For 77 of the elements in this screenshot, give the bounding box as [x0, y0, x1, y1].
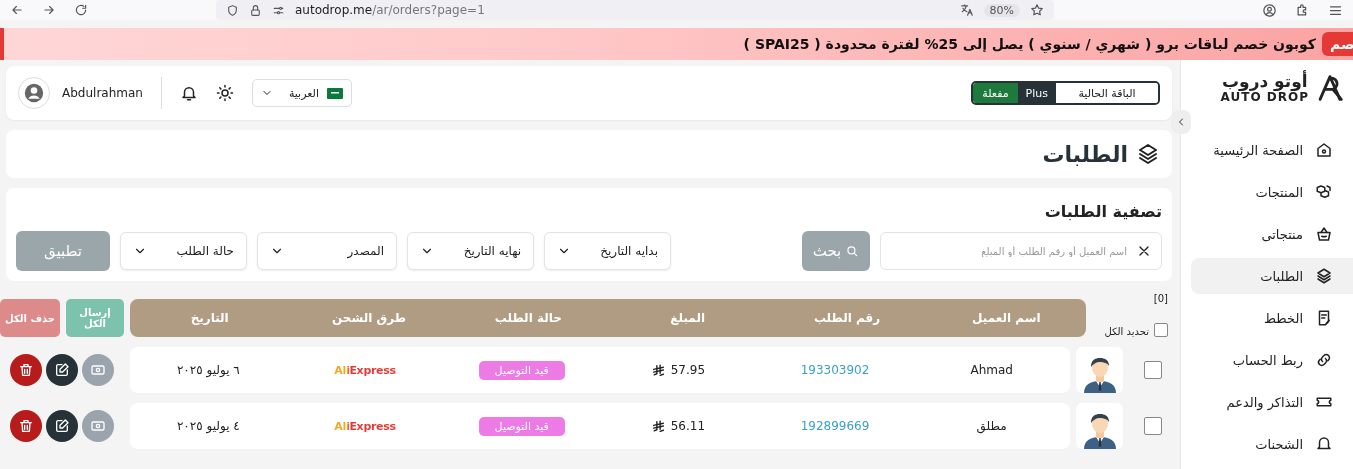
status-badge: قيد التوصيل [478, 360, 565, 380]
customer-name: مطلق [975, 419, 1008, 433]
select-all-checkbox[interactable] [1154, 323, 1168, 337]
sidebar-item[interactable]: الشحنات [1191, 426, 1353, 462]
plan-status: مفعلة [973, 83, 1018, 103]
language-dropdown[interactable]: العربية [251, 79, 352, 107]
forward-icon[interactable] [42, 3, 56, 17]
filter-heading: تصفية الطلبات [1043, 202, 1162, 221]
page-title: الطلبات [1042, 141, 1128, 167]
trash-icon [18, 418, 34, 434]
promo-text: كوبون خصم لباقات برو ( شهري / سنوي ) يصل إلى 25% لفترة محدودة ( SPAI25 ) [743, 36, 1316, 52]
column-header: التاريخ [189, 311, 230, 325]
sidebar-item[interactable]: منتجاتى [1191, 216, 1353, 252]
search-icon [845, 244, 860, 258]
column-header: طرق الشحن [331, 311, 407, 325]
discount-badge: صم [1322, 32, 1353, 56]
shipping-logo: AliExpress [334, 419, 396, 433]
select-all-label: تحديد الكل [1104, 326, 1149, 337]
cubes-icon [1315, 183, 1333, 201]
star-icon[interactable] [1030, 3, 1044, 17]
trash-icon [18, 362, 34, 378]
account-icon[interactable] [1262, 2, 1277, 18]
sidebar-item[interactable]: الخطط [1191, 300, 1353, 336]
zoom-level[interactable]: 80% [983, 3, 1020, 17]
amount: 56.11 [670, 419, 705, 433]
plan-name: Plus [1017, 83, 1056, 103]
shield-icon [226, 3, 239, 17]
edit-icon [54, 418, 70, 434]
sidebar-item[interactable]: الطلبات [1191, 258, 1353, 294]
shipping-logo: AliExpress [334, 363, 396, 377]
riyal-icon [651, 363, 665, 377]
status-badge: قيد التوصيل [478, 416, 565, 436]
layers-icon [1136, 142, 1160, 166]
filter-dropdown[interactable]: المصدر [257, 232, 397, 270]
column-header: المبلغ [669, 311, 706, 325]
customer-name: Ahmad [969, 363, 1014, 377]
url-text: autodrop.me/ar/orders?page=1 [295, 3, 486, 17]
edit-button[interactable] [46, 410, 78, 442]
filter-dropdown[interactable]: نهايه التاريخ [407, 232, 534, 270]
collapse-button[interactable] [1171, 110, 1191, 134]
sidebar-item[interactable]: المنتجات [1191, 174, 1353, 210]
logo-text: أوتو دروب [1222, 71, 1308, 91]
amount: 57.95 [670, 363, 705, 377]
address-bar[interactable]: autodrop.me/ar/orders?page=1 80% [216, 0, 1054, 20]
column-header: رقم الطلب [812, 311, 882, 325]
reload-icon[interactable] [74, 3, 88, 17]
delete-button[interactable] [10, 354, 42, 386]
row-checkbox[interactable] [1144, 417, 1162, 435]
logo-subtitle: AUTO DROP [1220, 90, 1309, 105]
lock-icon [249, 3, 262, 17]
sidebar-item[interactable]: التذاكر والدعم [1191, 384, 1353, 420]
theme-icon[interactable] [215, 84, 234, 102]
edit-button[interactable] [46, 354, 78, 386]
link-icon [1315, 351, 1333, 369]
home-icon [1315, 141, 1333, 159]
row-checkbox[interactable] [1144, 361, 1162, 379]
flag-icon [326, 87, 343, 99]
column-header: اسم العميل [971, 311, 1042, 325]
basket-icon [1315, 225, 1333, 243]
column-header: حالة الطلب [493, 311, 563, 325]
order-date: ٦ يوليو ٢٠٢٥ [175, 363, 241, 377]
money-icon [90, 362, 106, 378]
riyal-icon [651, 419, 665, 433]
translate-icon[interactable] [959, 3, 974, 17]
user-name[interactable]: Abdulrahman [62, 86, 143, 100]
filter-dropdown[interactable]: بدايه التاريخ [544, 232, 671, 270]
order-date: ٤ يوليو ٢٠٢٥ [175, 419, 241, 433]
money-icon [90, 418, 106, 434]
sidebar-item[interactable]: الصفحة الرئيسية [1191, 132, 1353, 168]
filter-dropdown[interactable]: حالة الطلب [120, 232, 247, 270]
layers-icon [1315, 267, 1333, 285]
back-icon[interactable] [10, 3, 24, 17]
sidebar-item[interactable]: ربط الحساب [1191, 342, 1353, 378]
selected-count: [0] [1153, 293, 1168, 304]
edit-icon [54, 362, 70, 378]
delete-button[interactable] [10, 410, 42, 442]
bell-icon[interactable] [179, 84, 198, 102]
